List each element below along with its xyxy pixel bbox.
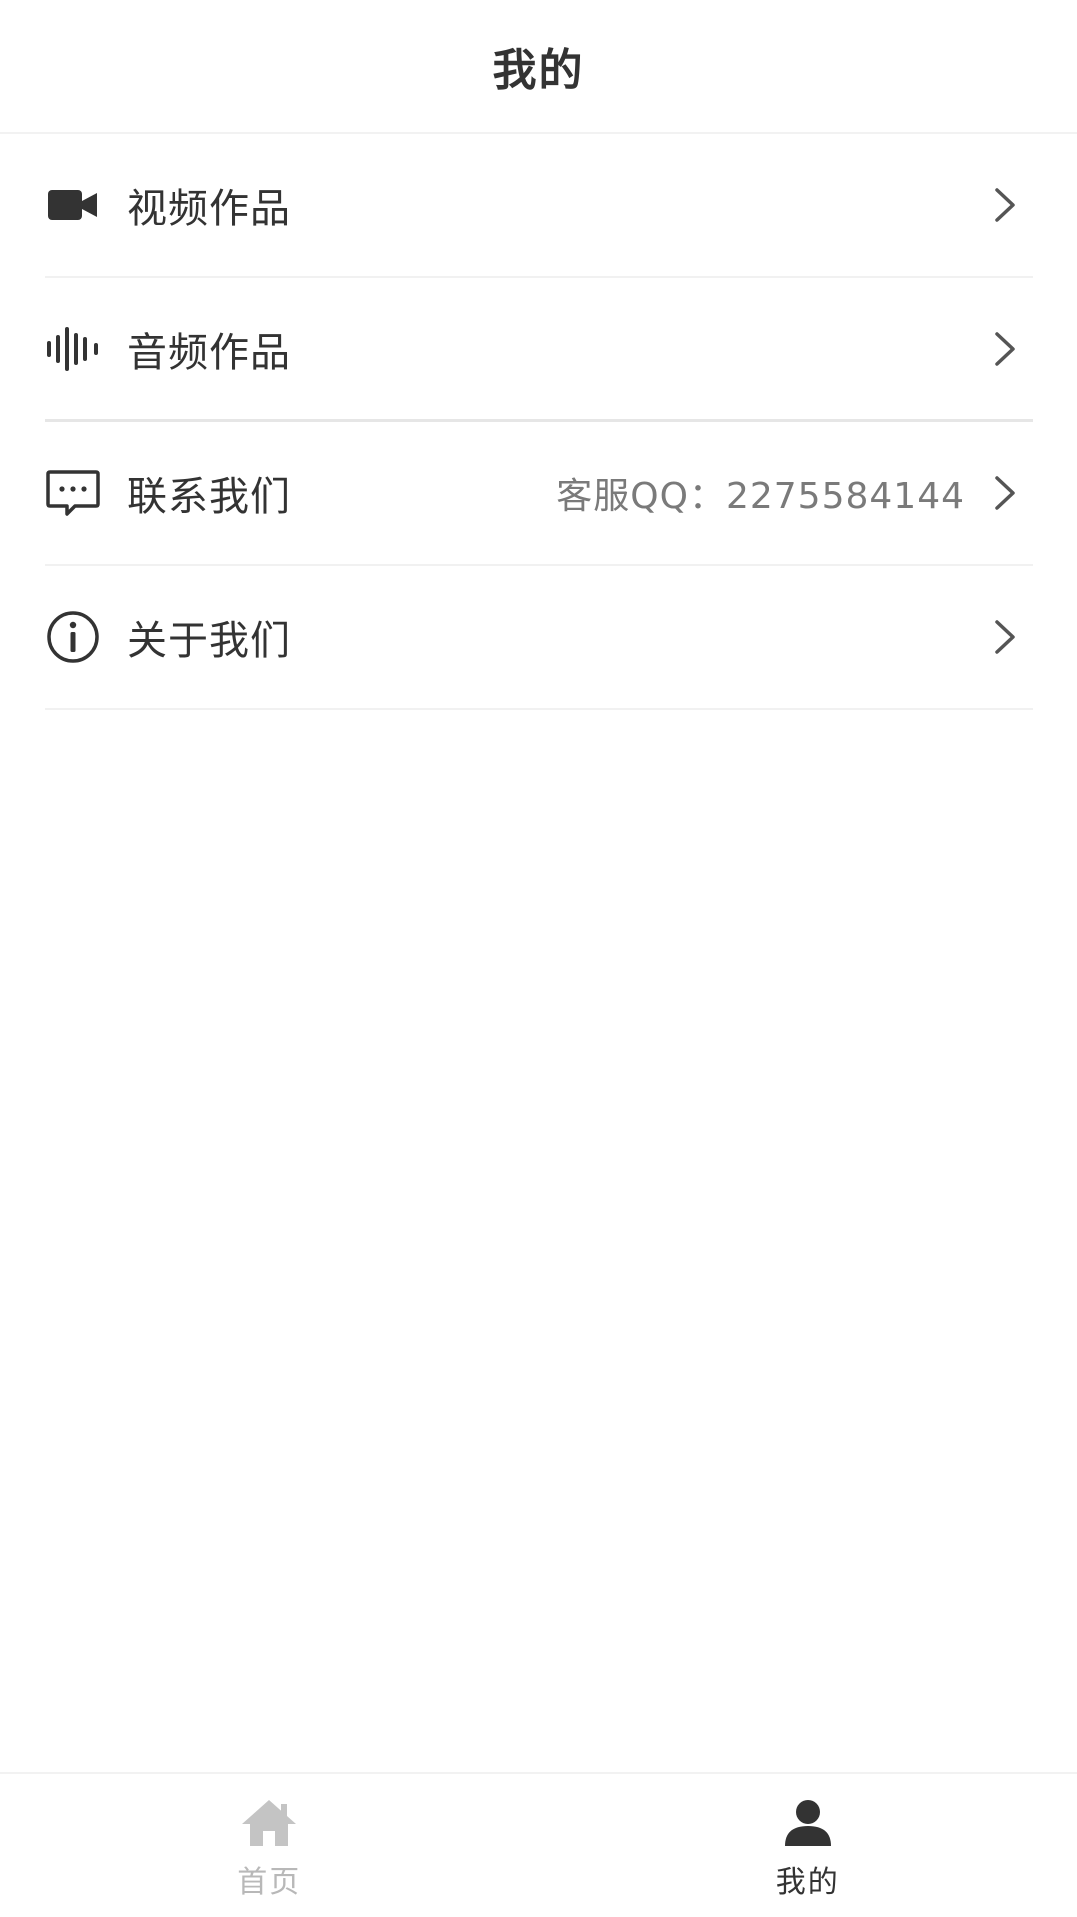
- chevron-right-icon: [985, 327, 1025, 371]
- menu-item-label: 视频作品: [127, 186, 291, 232]
- tab-label: 首页: [237, 1864, 302, 1900]
- info-icon: [45, 609, 101, 665]
- page-title: 我的: [492, 45, 585, 96]
- audio-waveform-icon: [45, 321, 101, 377]
- menu-item-audio-works[interactable]: 音频作品: [45, 278, 1033, 422]
- menu-item-label: 音频作品: [127, 329, 291, 376]
- chevron-right-icon: [985, 615, 1025, 659]
- menu-item-label: 联系我们: [127, 474, 291, 520]
- menu-item-video-works[interactable]: 视频作品: [45, 134, 1033, 278]
- menu-item-about-us[interactable]: 关于我们: [45, 566, 1033, 710]
- menu-item-contact-us[interactable]: 联系我们 客服QQ：2275584144: [45, 422, 1033, 566]
- tab-label: 我的: [775, 1864, 840, 1900]
- top-bar: 我的: [0, 0, 1077, 134]
- home-icon: [239, 1795, 299, 1851]
- video-camera-icon: [45, 177, 101, 233]
- menu-list: 视频作品 音频作品 联系我们 客服QQ：2275584144 关于我们: [45, 134, 1033, 710]
- bottom-tab-bar: 首页 我的: [0, 1772, 1077, 1917]
- customer-service-qq: 客服QQ：2275584144: [556, 476, 965, 517]
- tab-home[interactable]: 首页: [0, 1774, 539, 1917]
- message-icon: [45, 465, 101, 521]
- user-icon: [778, 1795, 838, 1851]
- chevron-right-icon: [985, 471, 1025, 515]
- menu-item-label: 关于我们: [127, 618, 291, 664]
- tab-mine[interactable]: 我的: [539, 1774, 1077, 1917]
- chevron-right-icon: [985, 183, 1025, 227]
